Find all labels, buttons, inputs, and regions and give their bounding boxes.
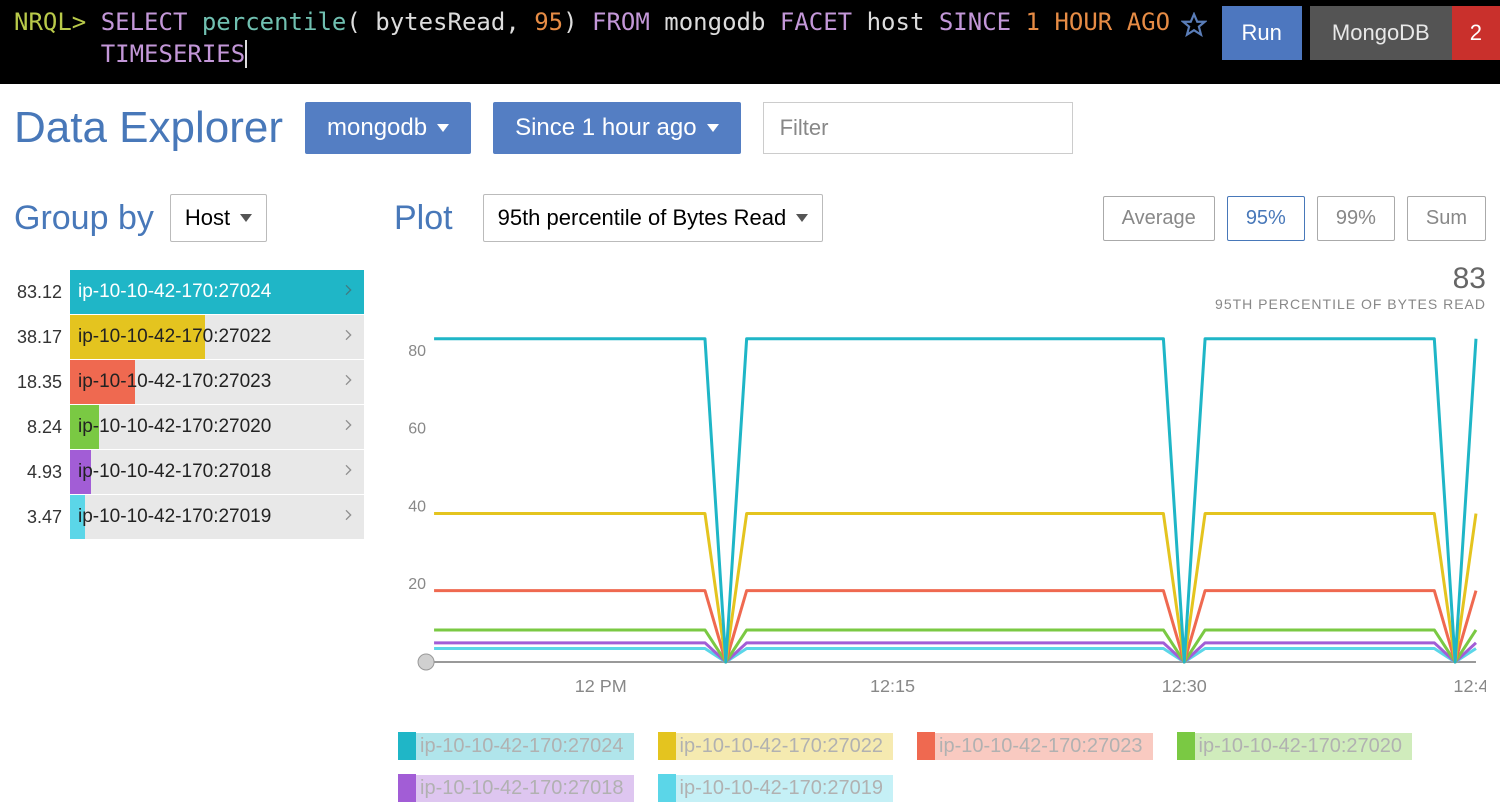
group-by-dropdown[interactable]: Host	[170, 194, 267, 242]
host-bar[interactable]: ip-10-10-42-170:27024	[70, 270, 364, 315]
legend-item[interactable]: ip-10-10-42-170:27018	[398, 774, 634, 802]
host-name: ip-10-10-42-170:27023	[78, 371, 271, 393]
agg-button-99pct[interactable]: 99%	[1317, 196, 1395, 241]
nrql-prompt: NRQL>	[14, 8, 86, 36]
chart-legend: ip-10-10-42-170:27024 ip-10-10-42-170:270…	[394, 732, 1486, 802]
caret-down-icon	[437, 124, 449, 132]
host-value: 3.47	[14, 507, 62, 528]
host-row[interactable]: 3.47 ip-10-10-42-170:27019	[14, 495, 364, 540]
nrql-query[interactable]: NRQL> SELECT percentile( bytesRead, 95) …	[0, 6, 1174, 70]
page-title: Data Explorer	[14, 103, 283, 153]
filter-input[interactable]	[763, 102, 1073, 154]
legend-item[interactable]: ip-10-10-42-170:27022	[658, 732, 894, 760]
host-name: ip-10-10-42-170:27018	[78, 461, 271, 483]
nrql-line2: TIMESERIES	[101, 40, 246, 68]
chevron-right-icon	[340, 327, 356, 348]
header-row: Data Explorer mongodb Since 1 hour ago	[14, 102, 1486, 154]
host-row[interactable]: 83.12 ip-10-10-42-170:27024	[14, 270, 364, 315]
app-badge[interactable]: 2	[1452, 6, 1500, 60]
group-by-label: Group by	[14, 199, 154, 238]
legend-item[interactable]: ip-10-10-42-170:27023	[917, 732, 1153, 760]
host-name: ip-10-10-42-170:27022	[78, 326, 271, 348]
run-button[interactable]: Run	[1222, 6, 1302, 60]
chevron-right-icon	[340, 507, 356, 528]
agg-button-95pct[interactable]: 95%	[1227, 196, 1305, 241]
legend-item[interactable]: ip-10-10-42-170:27020	[1177, 732, 1413, 760]
chevron-right-icon	[340, 372, 356, 393]
chart-headline-label: 95TH PERCENTILE OF BYTES READ	[1215, 296, 1486, 312]
host-bar[interactable]: ip-10-10-42-170:27019	[70, 495, 364, 540]
svg-text:12 PM: 12 PM	[575, 676, 627, 696]
chevron-right-icon	[340, 417, 356, 438]
host-value: 83.12	[14, 282, 62, 303]
host-value: 4.93	[14, 462, 62, 483]
line-chart[interactable]: 20 40 60 80 12 PM 12:15 12:30 12:45	[394, 262, 1486, 702]
app-tab[interactable]: MongoDB	[1310, 6, 1452, 60]
host-value: 18.35	[14, 372, 62, 393]
agg-button-average[interactable]: Average	[1103, 196, 1215, 241]
host-bar[interactable]: ip-10-10-42-170:27022	[70, 315, 364, 360]
svg-text:12:15: 12:15	[870, 676, 915, 696]
nrql-bar: NRQL> SELECT percentile( bytesRead, 95) …	[0, 0, 1500, 84]
chevron-right-icon	[340, 282, 356, 303]
host-value: 38.17	[14, 327, 62, 348]
chevron-right-icon	[340, 462, 356, 483]
host-bar[interactable]: ip-10-10-42-170:27020	[70, 405, 364, 450]
svg-text:20: 20	[408, 576, 426, 593]
host-name: ip-10-10-42-170:27019	[78, 506, 271, 528]
host-row[interactable]: 38.17 ip-10-10-42-170:27022	[14, 315, 364, 360]
legend-item[interactable]: ip-10-10-42-170:27024	[398, 732, 634, 760]
host-value: 8.24	[14, 417, 62, 438]
svg-text:12:45: 12:45	[1453, 676, 1486, 696]
chart-headline-value: 83	[1215, 262, 1486, 296]
svg-text:80: 80	[408, 343, 426, 360]
svg-text:12:30: 12:30	[1162, 676, 1207, 696]
plot-label: Plot	[394, 199, 453, 238]
plot-metric-dropdown[interactable]: 95th percentile of Bytes Read	[483, 194, 824, 242]
host-bar[interactable]: ip-10-10-42-170:27023	[70, 360, 364, 405]
svg-text:60: 60	[408, 421, 426, 438]
host-list: 83.12 ip-10-10-42-170:27024 38.17 ip-10-…	[14, 270, 364, 540]
svg-text:40: 40	[408, 498, 426, 515]
caret-down-icon	[707, 124, 719, 132]
host-name: ip-10-10-42-170:27024	[78, 281, 271, 303]
caret-down-icon	[240, 214, 252, 222]
host-row[interactable]: 18.35 ip-10-10-42-170:27023	[14, 360, 364, 405]
host-row[interactable]: 8.24 ip-10-10-42-170:27020	[14, 405, 364, 450]
event-type-dropdown[interactable]: mongodb	[305, 102, 471, 154]
aggregation-buttons: Average 95% 99% Sum	[1103, 196, 1486, 241]
favorite-icon[interactable]	[1174, 6, 1214, 38]
host-name: ip-10-10-42-170:27020	[78, 416, 271, 438]
host-bar[interactable]: ip-10-10-42-170:27018	[70, 450, 364, 495]
caret-down-icon	[796, 214, 808, 222]
host-row[interactable]: 4.93 ip-10-10-42-170:27018	[14, 450, 364, 495]
agg-button-sum[interactable]: Sum	[1407, 196, 1486, 241]
time-range-dropdown[interactable]: Since 1 hour ago	[493, 102, 740, 154]
legend-item[interactable]: ip-10-10-42-170:27019	[658, 774, 894, 802]
chart: 83 95TH PERCENTILE OF BYTES READ 20 40 60 8…	[394, 262, 1486, 722]
